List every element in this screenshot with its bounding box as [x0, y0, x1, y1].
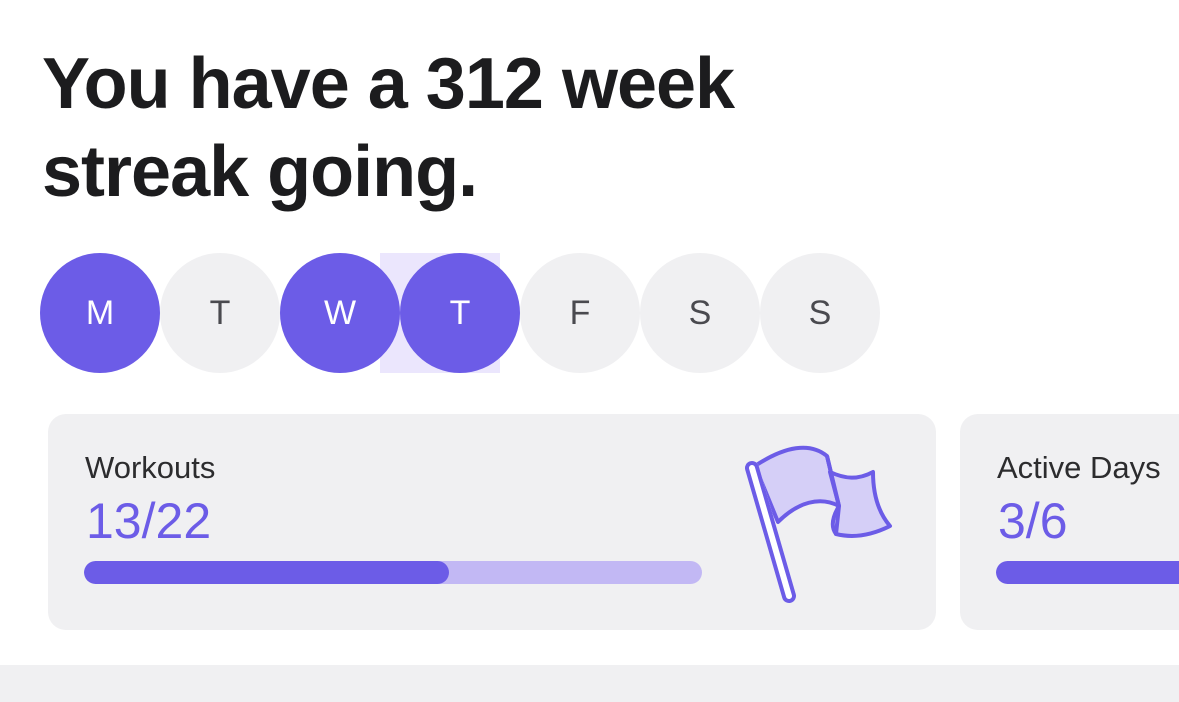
- workouts-progress-bar: [84, 561, 702, 584]
- active-days-card[interactable]: Active Days 3/6: [960, 414, 1179, 630]
- day-wednesday[interactable]: W: [280, 253, 400, 373]
- section-divider: [0, 665, 1179, 702]
- day-tuesday[interactable]: T: [160, 253, 280, 373]
- week-tracker: M T W T F S S: [40, 253, 882, 373]
- streak-headline: You have a 312 week streak going.: [42, 44, 735, 212]
- active-days-label: Active Days: [997, 450, 1161, 485]
- workouts-value: 13/22: [86, 493, 212, 549]
- day-saturday[interactable]: S: [640, 253, 760, 373]
- flag-icon: [745, 445, 892, 603]
- active-days-value: 3/6: [998, 493, 1068, 549]
- workouts-label: Workouts: [85, 450, 216, 485]
- workouts-progress-fill: [84, 561, 449, 584]
- day-sunday[interactable]: S: [760, 253, 880, 373]
- active-days-progress-bar: [996, 561, 1179, 584]
- day-thursday[interactable]: T: [400, 253, 520, 373]
- active-days-progress-fill: [996, 561, 1179, 584]
- workouts-card[interactable]: Workouts 13/22: [48, 414, 936, 630]
- day-monday[interactable]: M: [40, 253, 160, 373]
- day-friday[interactable]: F: [520, 253, 640, 373]
